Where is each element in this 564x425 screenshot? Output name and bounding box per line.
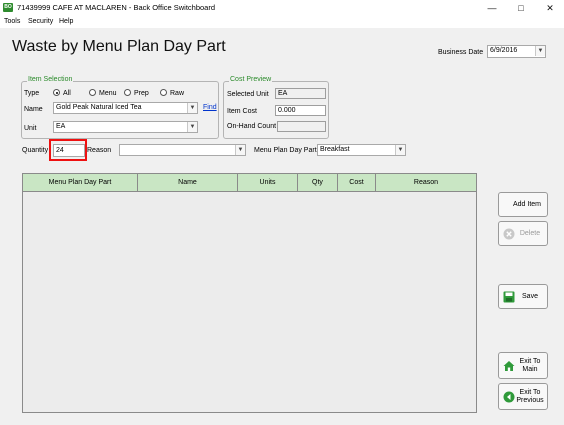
item-cost-field: 0.000 [275, 105, 326, 116]
business-date-label: Business Date [438, 49, 484, 56]
on-hand-count-label: On-Hand Count [227, 123, 277, 130]
exit-to-main-button[interactable]: Exit To Main [498, 352, 548, 379]
menu-tools[interactable]: Tools [4, 18, 20, 25]
name-select[interactable]: Gold Peak Natural Iced Tea ▼ [53, 102, 198, 114]
menu-security[interactable]: Security [28, 18, 53, 25]
name-value: Gold Peak Natural Iced Tea [56, 104, 142, 111]
column-header-name[interactable]: Name [138, 174, 238, 192]
exit-to-main-label: Exit To Main [513, 353, 547, 378]
type-prep-radio[interactable] [124, 89, 131, 96]
title-bar: BO 71439999 CAFE AT MACLAREN - Back Offi… [0, 0, 564, 17]
chevron-down-icon[interactable]: ▼ [235, 145, 245, 155]
find-link[interactable]: Find [203, 104, 217, 111]
type-menu-radio[interactable] [89, 89, 96, 96]
type-raw-label: Raw [170, 90, 185, 97]
window-title: 71439999 CAFE AT MACLAREN - Back Office … [17, 3, 216, 12]
day-part-value: Breakfast [320, 146, 350, 153]
maximize-button[interactable]: □ [507, 0, 535, 17]
exit-to-previous-line2: Previous [516, 396, 544, 404]
save-button[interactable]: Save [498, 284, 548, 309]
reason-label: Reason [87, 147, 112, 154]
quantity-highlight [49, 139, 87, 161]
type-all-label: All [63, 90, 71, 97]
type-label: Type [24, 90, 40, 97]
unit-value: EA [56, 123, 66, 130]
exit-to-previous-button[interactable]: Exit To Previous [498, 383, 548, 410]
type-menu-label: Menu [99, 90, 117, 97]
business-date-select[interactable]: 6/9/2016 ▼ [487, 45, 546, 58]
type-all-radio[interactable] [53, 89, 60, 96]
exit-to-main-line2: Main [522, 365, 538, 373]
waste-grid[interactable]: Menu Plan Day Part Name Units Qty Cost R… [22, 173, 477, 413]
unit-select[interactable]: EA ▼ [53, 121, 198, 133]
exit-to-previous-label: Exit To Previous [513, 384, 547, 409]
day-part-label: Menu Plan Day Part [254, 147, 317, 154]
grid-header: Menu Plan Day Part Name Units Qty Cost R… [23, 174, 476, 192]
reason-select[interactable]: ▼ [119, 144, 246, 156]
save-label: Save [522, 292, 538, 300]
column-header-cost[interactable]: Cost [338, 174, 376, 192]
minimize-button[interactable]: — [478, 0, 506, 17]
app-icon: BO [3, 3, 13, 12]
add-item-button[interactable]: Add Item [498, 192, 548, 217]
selected-unit-field: EA [275, 88, 326, 99]
chevron-down-icon[interactable]: ▼ [187, 122, 197, 132]
unit-label: Unit [24, 125, 37, 132]
add-item-label: Add Item [512, 200, 541, 208]
close-button[interactable]: ✕ [536, 0, 564, 17]
delete-label: Delete [519, 229, 541, 237]
column-header-qty[interactable]: Qty [298, 174, 338, 192]
day-part-select[interactable]: Breakfast ▼ [317, 144, 406, 156]
delete-button[interactable]: Delete [498, 221, 548, 246]
exit-to-previous-line1: Exit To [519, 388, 541, 396]
on-hand-count-field [277, 121, 326, 132]
menu-help[interactable]: Help [59, 18, 73, 25]
item-cost-label: Item Cost [227, 108, 257, 115]
page-title: Waste by Menu Plan Day Part [12, 38, 226, 55]
exit-to-main-line1: Exit To [519, 357, 541, 365]
item-selection-caption: Item Selection [27, 76, 74, 83]
column-header-day-part[interactable]: Menu Plan Day Part [23, 174, 138, 192]
business-date-value: 6/9/2016 [490, 47, 518, 54]
quantity-label: Quantity [22, 147, 49, 154]
chevron-down-icon[interactable]: ▼ [395, 145, 405, 155]
chevron-down-icon[interactable]: ▼ [187, 103, 197, 113]
type-raw-radio[interactable] [160, 89, 167, 96]
chevron-down-icon[interactable]: ▼ [535, 46, 545, 56]
name-label: Name [24, 106, 43, 113]
column-header-units[interactable]: Units [238, 174, 298, 192]
column-header-reason[interactable]: Reason [376, 174, 476, 192]
selected-unit-label: Selected Unit [227, 91, 269, 98]
menu-bar: Tools Security Help [0, 17, 564, 28]
type-prep-label: Prep [134, 90, 149, 97]
cost-preview-caption: Cost Preview [229, 76, 273, 83]
